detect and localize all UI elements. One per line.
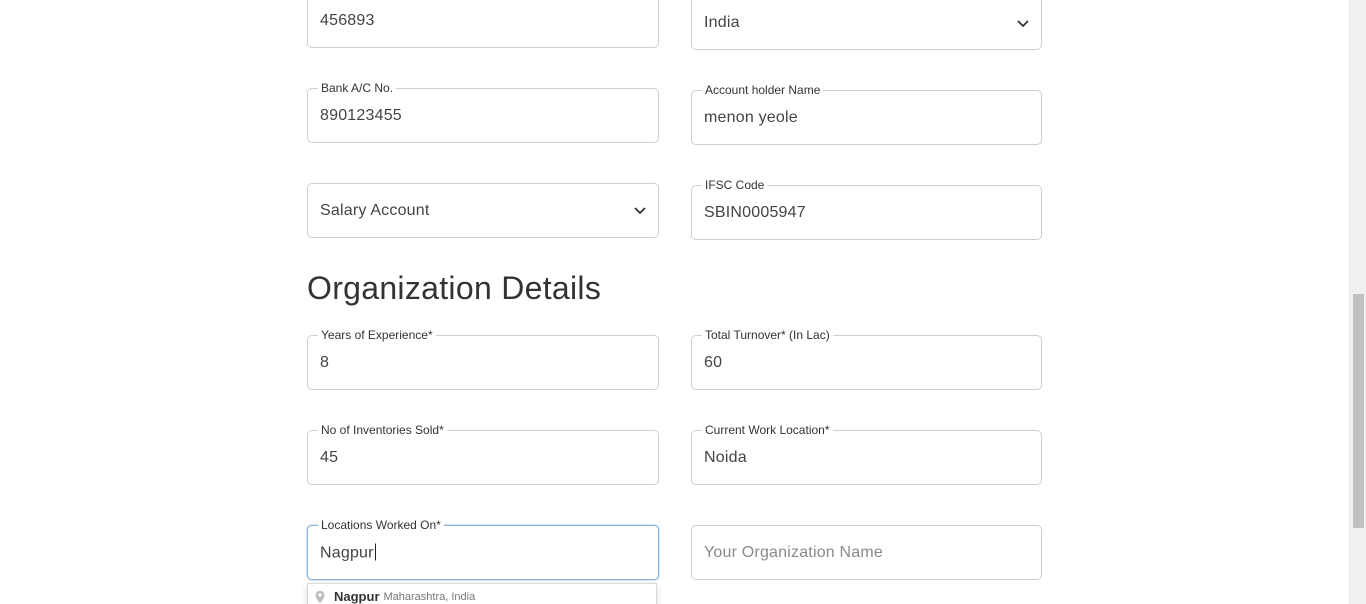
ifsc-code-value: SBIN0005947 — [704, 203, 806, 221]
locations-worked-on-input-wrap: Nagpur — [320, 543, 376, 562]
account-holder-name-label: Account holder Name — [702, 83, 824, 97]
current-work-location-value: Noida — [704, 448, 747, 466]
pincode-value: 456893 — [320, 12, 375, 29]
current-work-location-label: Current Work Location* — [702, 423, 833, 437]
years-of-experience-label: Years of Experience* — [318, 328, 436, 342]
location-autocomplete-dropdown: Nagpur Maharashtra, India — [307, 583, 657, 604]
autocomplete-suggestion[interactable]: Nagpur Maharashtra, India — [314, 589, 475, 604]
pincode-field[interactable]: 456893 — [307, 0, 659, 48]
suggestion-secondary-text: Maharashtra, India — [383, 590, 476, 603]
years-of-experience-field[interactable]: Years of Experience* 8 — [307, 328, 659, 390]
text-caret — [374, 543, 376, 560]
account-holder-name-field[interactable]: Account holder Name menon yeole — [691, 83, 1042, 145]
organization-details-heading: Organization Details — [307, 270, 602, 306]
total-turnover-label: Total Turnover* (In Lac) — [702, 328, 833, 342]
total-turnover-field[interactable]: Total Turnover* (In Lac) 60 — [691, 328, 1042, 390]
bank-account-number-field[interactable]: Bank A/C No. 890123455 — [307, 81, 659, 143]
locations-worked-on-label: Locations Worked On* — [318, 518, 444, 532]
account-holder-name-value: menon yeole — [704, 108, 798, 126]
organization-name-placeholder: Your Organization Name — [704, 543, 884, 561]
locations-worked-on-value: Nagpur — [320, 544, 374, 561]
ifsc-code-label: IFSC Code — [702, 178, 768, 192]
ifsc-code-field[interactable]: IFSC Code SBIN0005947 — [691, 178, 1042, 240]
bank-account-number-label: Bank A/C No. — [318, 81, 397, 95]
inventories-sold-value: 45 — [320, 448, 339, 466]
total-turnover-value: 60 — [704, 353, 723, 371]
scrollbar-thumb[interactable] — [1353, 294, 1364, 528]
inventories-sold-label: No of Inventories Sold* — [318, 423, 447, 437]
current-work-location-field[interactable]: Current Work Location* Noida — [691, 423, 1042, 485]
inventories-sold-field[interactable]: No of Inventories Sold* 45 — [307, 423, 659, 485]
locations-worked-on-field[interactable]: Locations Worked On* Nagpur — [307, 518, 659, 580]
years-of-experience-value: 8 — [320, 353, 330, 371]
page-scrollbar[interactable] — [1349, 0, 1366, 604]
chevron-down-icon — [1017, 20, 1029, 28]
map-pin-icon — [315, 590, 325, 603]
suggestion-main-text: Nagpur — [334, 589, 380, 604]
country-value: India — [704, 14, 740, 31]
bank-account-number-value: 890123455 — [320, 106, 402, 124]
country-select[interactable]: India — [691, 0, 1042, 50]
chevron-down-icon — [634, 206, 646, 214]
organization-name-field[interactable]: Your Organization Name — [691, 525, 1042, 580]
account-type-select[interactable]: Salary Account — [307, 183, 659, 238]
account-type-value: Salary Account — [320, 201, 430, 219]
